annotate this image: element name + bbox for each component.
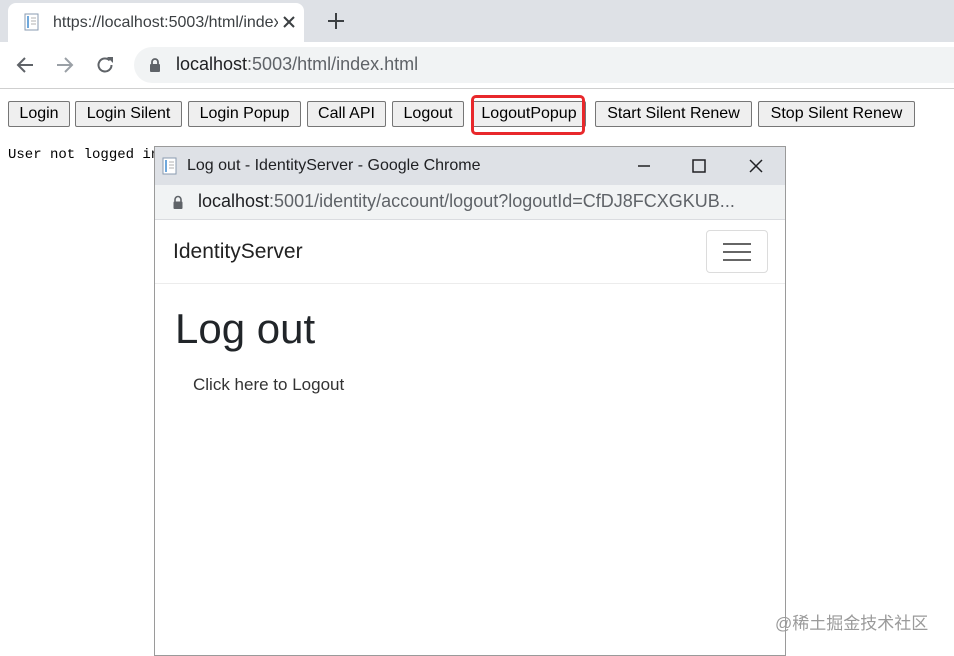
address-url: localhost:5003/html/index.html — [176, 54, 418, 75]
address-path: :5003/html/index.html — [247, 54, 419, 74]
plus-icon[interactable] — [326, 11, 346, 31]
lock-icon[interactable] — [172, 195, 184, 210]
identityserver-navbar: IdentityServer — [155, 220, 785, 284]
lock-icon[interactable] — [148, 57, 162, 73]
logout-button[interactable]: Logout — [392, 101, 464, 127]
address-host: localhost — [176, 54, 248, 74]
page-favicon-icon — [24, 13, 39, 31]
login-status-text: User not logged in — [8, 147, 160, 163]
minimize-icon[interactable] — [633, 155, 655, 177]
login-popup-button[interactable]: Login Popup — [188, 101, 301, 127]
close-icon[interactable] — [745, 155, 767, 177]
page-favicon-icon — [162, 157, 177, 175]
tab-title: https://localhost:5003/html/index.html — [53, 14, 278, 31]
popup-address-url: localhost:5001/identity/account/logout?l… — [198, 191, 773, 212]
logout-popup-highlight — [471, 95, 585, 135]
popup-address-path: :5001/identity/account/logout?logoutId=C… — [269, 191, 735, 211]
address-bar[interactable]: localhost:5003/html/index.html — [134, 47, 954, 83]
hamburger-menu-icon[interactable] — [706, 230, 768, 273]
back-arrow-icon[interactable] — [14, 54, 36, 76]
popup-title-bar[interactable]: Log out - IdentityServer - Google Chrome — [155, 147, 785, 185]
login-silent-button[interactable]: Login Silent — [75, 101, 182, 127]
watermark: @稀土掘金技术社区 — [775, 614, 929, 633]
page-title: Log out — [175, 305, 316, 352]
maximize-icon[interactable] — [688, 155, 710, 177]
popup-address-bar[interactable]: localhost:5001/identity/account/logout?l… — [155, 185, 785, 220]
logout-link[interactable]: Click here to Logout — [193, 375, 344, 395]
forward-arrow-icon[interactable] — [54, 54, 76, 76]
browser-toolbar: localhost:5003/html/index.html — [0, 42, 954, 89]
popup-window-title: Log out - IdentityServer - Google Chrome — [187, 157, 481, 174]
popup-address-host: localhost — [198, 191, 270, 211]
reload-icon[interactable] — [94, 54, 116, 76]
login-button[interactable]: Login — [8, 101, 70, 127]
browser-tab[interactable]: https://localhost:5003/html/index.html — [8, 3, 304, 42]
close-icon[interactable] — [280, 13, 298, 31]
start-silent-renew-button[interactable]: Start Silent Renew — [595, 101, 752, 127]
logout-popup-window: Log out - IdentityServer - Google Chrome… — [154, 146, 786, 656]
navbar-brand[interactable]: IdentityServer — [173, 240, 303, 264]
stop-silent-renew-button[interactable]: Stop Silent Renew — [758, 101, 915, 127]
call-api-button[interactable]: Call API — [307, 101, 386, 127]
browser-tab-strip: https://localhost:5003/html/index.html — [0, 0, 954, 42]
